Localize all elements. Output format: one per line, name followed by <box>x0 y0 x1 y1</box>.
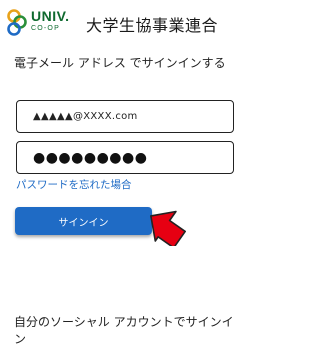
logo-univ-text: UNIV. <box>31 8 70 24</box>
univ-coop-logo-icon <box>7 9 27 36</box>
red-arrow-icon <box>150 210 186 246</box>
password-field-value: ●●●●●●●●● <box>33 149 148 166</box>
signin-button[interactable]: サインイン <box>15 207 152 235</box>
forgot-password-link[interactable]: パスワードを忘れた場合 <box>16 177 132 192</box>
email-field[interactable]: ▲▲▲▲▲@XXXX.com <box>16 100 234 133</box>
email-signin-heading: 電子メール アドレス でサインインする <box>14 56 226 70</box>
social-signin-heading: 自分のソーシャル アカウントでサインイン <box>14 315 234 346</box>
logo-coop-text: CO-OP <box>31 25 60 32</box>
organization-name: 大学生協事業連合 <box>86 16 219 35</box>
password-field[interactable]: ●●●●●●●●● <box>16 141 234 174</box>
header: UNIV. CO-OP 大学生協事業連合 <box>0 0 250 46</box>
logo-wordmark: UNIV. CO-OP <box>31 9 70 32</box>
email-field-value: ▲▲▲▲▲@XXXX.com <box>33 111 138 122</box>
